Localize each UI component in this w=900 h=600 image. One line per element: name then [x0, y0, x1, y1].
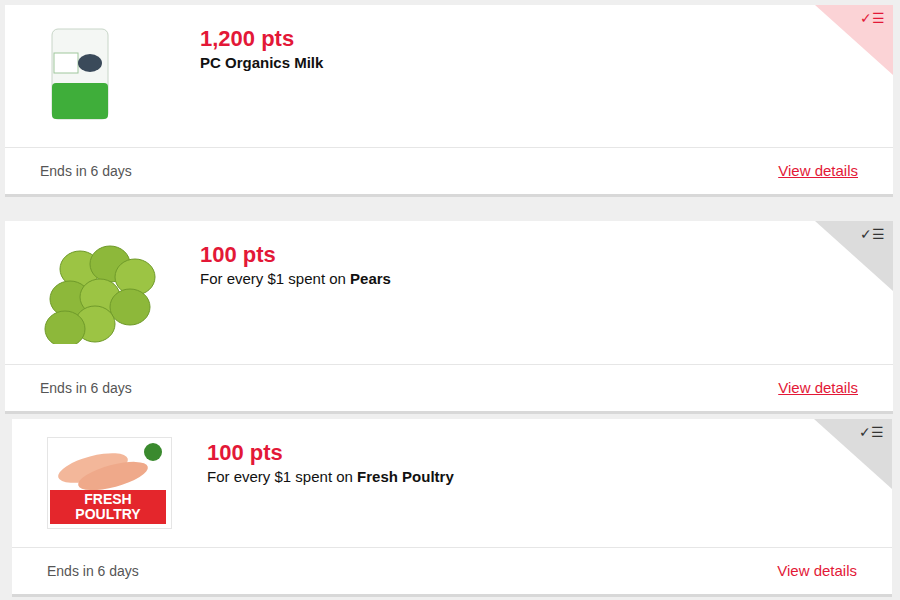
offer-footer: Ends in 6 days View details [5, 364, 893, 411]
pears-image [40, 239, 165, 344]
offer-text: 100 ptsFor every $1 spent on Pears [200, 239, 391, 364]
offer-points: 100 pts [200, 241, 391, 269]
offer-text: 1,200 ptsPC Organics Milk [200, 23, 323, 147]
offer-card[interactable]: ✓☰ FRESH POULTRY 100 ptsFor every $1 spent… [12, 419, 892, 594]
chicken-icon [48, 438, 171, 498]
offer-points: 1,200 pts [200, 25, 323, 53]
offers-page: ✓☰1,200 ptsPC Organics MilkEnds in 6 day… [0, 0, 900, 600]
offer-body: 1,200 ptsPC Organics Milk [5, 5, 893, 147]
offer-description: PC Organics Milk [200, 53, 323, 73]
offer-image [40, 239, 200, 364]
offer-description: For every $1 spent on Fresh Poultry [207, 467, 454, 487]
offer-image [40, 23, 200, 147]
offer-footer: Ends in 6 days View details [12, 547, 892, 594]
poultry-image: FRESH POULTRY [47, 437, 172, 529]
offer-card[interactable]: ✓☰100 ptsFor every $1 spent on PearsEnds… [5, 221, 893, 411]
offer-image: FRESH POULTRY [47, 437, 207, 547]
offer-points: 100 pts [207, 439, 454, 467]
offer-footer: Ends in 6 days View details [5, 147, 893, 194]
offer-expiry: Ends in 6 days [47, 561, 139, 582]
view-details-link[interactable]: View details [778, 160, 858, 183]
offer-description: For every $1 spent on Pears [200, 269, 391, 289]
corner-badge[interactable]: ✓☰ [814, 419, 892, 489]
poultry-label: FRESH POULTRY [50, 490, 166, 524]
offer-text: 100 ptsFor every $1 spent on Fresh Poult… [207, 437, 454, 547]
offer-card[interactable]: ✓☰1,200 ptsPC Organics MilkEnds in 6 day… [5, 5, 893, 194]
offer-expiry: Ends in 6 days [40, 378, 132, 399]
add-to-list-icon: ✓☰ [860, 11, 885, 25]
corner-badge[interactable]: ✓☰ [815, 5, 893, 75]
corner-badge[interactable]: ✓☰ [815, 221, 893, 291]
add-to-list-icon: ✓☰ [860, 227, 885, 241]
view-details-link[interactable]: View details [778, 377, 858, 400]
add-to-list-icon: ✓☰ [859, 425, 884, 439]
offer-body: 100 ptsFor every $1 spent on Pears [5, 221, 893, 364]
view-details-link[interactable]: View details [777, 560, 857, 583]
offer-body: FRESH POULTRY 100 ptsFor every $1 spent o… [12, 419, 892, 547]
milk-image [40, 23, 120, 123]
offer-expiry: Ends in 6 days [40, 161, 132, 182]
